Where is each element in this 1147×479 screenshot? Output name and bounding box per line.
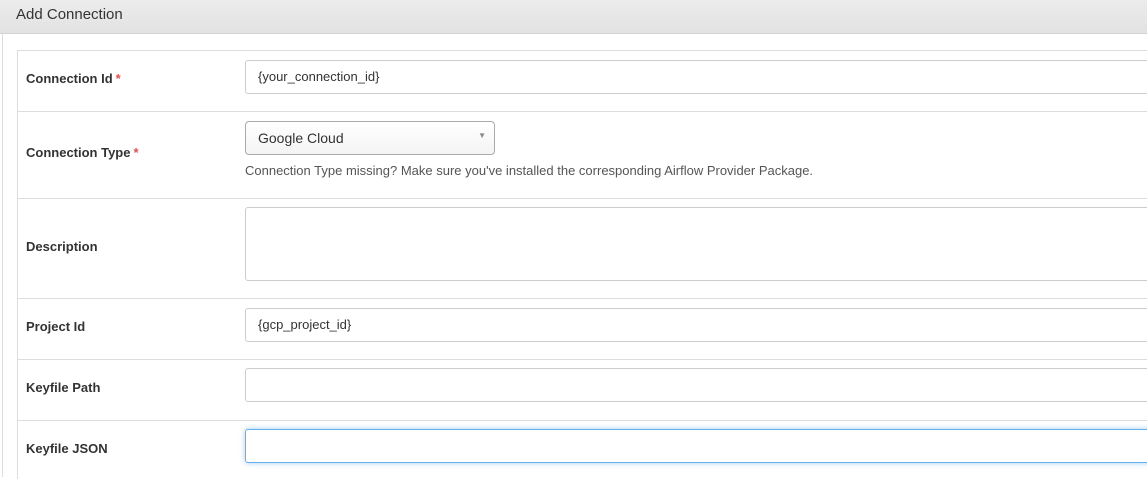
project-id-input[interactable]: {gcp_project_id} — [245, 308, 1147, 342]
required-marker: * — [133, 145, 139, 160]
row-project-id: Project Id {gcp_project_id} — [18, 299, 1147, 360]
description-textarea[interactable] — [245, 207, 1147, 281]
chevron-down-icon: ▼ — [478, 131, 486, 140]
panel-left-border — [2, 34, 3, 477]
connection-form: Connection Id * {your_connection_id} Conn… — [17, 50, 1147, 479]
keyfile-json-label: Keyfile JSON — [26, 441, 108, 456]
required-marker: * — [115, 71, 121, 86]
row-keyfile-json: Keyfile JSON — [18, 421, 1147, 479]
connection-type-help-text: Connection Type missing? Make sure you'v… — [245, 163, 814, 178]
row-description: Description — [18, 199, 1147, 299]
panel-title: Add Connection — [16, 6, 123, 23]
connection-type-label: Connection Type * — [26, 145, 139, 160]
connection-id-value: {your_connection_id} — [258, 69, 380, 84]
keyfile-path-label: Keyfile Path — [26, 380, 101, 395]
keyfile-path-input[interactable] — [245, 368, 1147, 402]
row-keyfile-path: Keyfile Path — [18, 360, 1147, 421]
connection-id-label: Connection Id * — [26, 71, 121, 86]
connection-type-label-text: Connection Type — [26, 145, 131, 160]
panel-header: Add Connection — [0, 0, 1147, 34]
keyfile-json-input[interactable] — [245, 429, 1147, 463]
project-id-label: Project Id — [26, 319, 86, 334]
row-connection-type: Connection Type * Google Cloud ▼ Connecti… — [18, 112, 1147, 199]
connection-id-input[interactable]: {your_connection_id} — [245, 60, 1147, 94]
connection-id-label-text: Connection Id — [26, 71, 113, 86]
add-connection-panel: Add Connection Connection Id * {your_conn… — [0, 0, 1147, 479]
description-label: Description — [26, 239, 98, 254]
connection-type-select[interactable]: Google Cloud ▼ — [245, 121, 495, 155]
connection-type-selected: Google Cloud — [258, 130, 344, 146]
project-id-value: {gcp_project_id} — [258, 317, 352, 332]
row-connection-id: Connection Id * {your_connection_id} — [18, 51, 1147, 112]
